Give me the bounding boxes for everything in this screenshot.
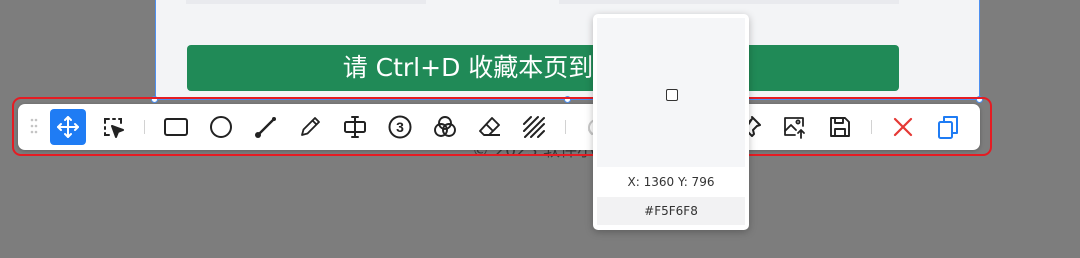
ellipse-tool-button[interactable] (203, 109, 239, 145)
floppy-disk-icon (830, 117, 850, 137)
rectangle-tool-button[interactable] (158, 109, 194, 145)
resize-handle-bottom-right[interactable] (976, 96, 983, 103)
save-image-button[interactable] (777, 109, 813, 145)
close-icon (893, 117, 913, 137)
number-3-icon: 3 (388, 115, 412, 139)
image-export-icon (784, 117, 805, 139)
text-tool-button[interactable] (337, 109, 373, 145)
blur-tool-button[interactable] (427, 109, 463, 145)
arrow-tool-button[interactable] (248, 109, 284, 145)
magnifier-panel: X: 1360 Y: 796 #F5F6F8 (593, 14, 749, 230)
captured-page-region: 请 Ctrl+D 收藏本页到浏览器收藏夹 (155, 0, 980, 100)
page-content-strip (186, 0, 426, 4)
drag-grip-icon[interactable] (30, 118, 38, 138)
cancel-button[interactable] (885, 109, 921, 145)
move-icon (57, 116, 79, 138)
toolbar-separator (871, 120, 872, 134)
toolbar-separator (144, 120, 145, 134)
eraser-icon (479, 117, 500, 136)
svg-text:3: 3 (396, 119, 404, 135)
mosaic-tool-button[interactable] (516, 109, 552, 145)
resize-handle-bottom-left[interactable] (151, 96, 158, 103)
pencil-icon (301, 117, 320, 136)
crosshair-cursor-icon (666, 89, 678, 101)
pixel-color-value: #F5F6F8 (597, 197, 745, 225)
text-cursor-icon (344, 116, 366, 138)
eraser-tool-button[interactable] (472, 109, 508, 145)
arrow-line-icon (255, 117, 276, 138)
circle-icon (210, 116, 232, 138)
save-file-button[interactable] (822, 109, 858, 145)
move-tool-button[interactable] (50, 109, 86, 145)
toolbar-separator (565, 120, 566, 134)
select-region-icon (104, 118, 124, 138)
page-content-strip (559, 0, 899, 4)
zoom-preview (597, 18, 745, 167)
bookmark-banner: 请 Ctrl+D 收藏本页到浏览器收藏夹 (187, 45, 899, 91)
screenshot-toolbar: 3 (18, 104, 980, 150)
copy-icon (938, 116, 958, 139)
serial-number-tool-button[interactable]: 3 (382, 109, 418, 145)
copy-button[interactable] (930, 109, 966, 145)
pen-tool-button[interactable] (292, 109, 328, 145)
cursor-coordinates: X: 1360 Y: 796 (627, 175, 715, 189)
select-tool-button[interactable] (95, 109, 131, 145)
hatch-icon (523, 116, 545, 138)
overlap-circles-icon (434, 116, 456, 137)
resize-handle-bottom-center[interactable] (564, 96, 571, 103)
rectangle-icon (164, 118, 188, 136)
